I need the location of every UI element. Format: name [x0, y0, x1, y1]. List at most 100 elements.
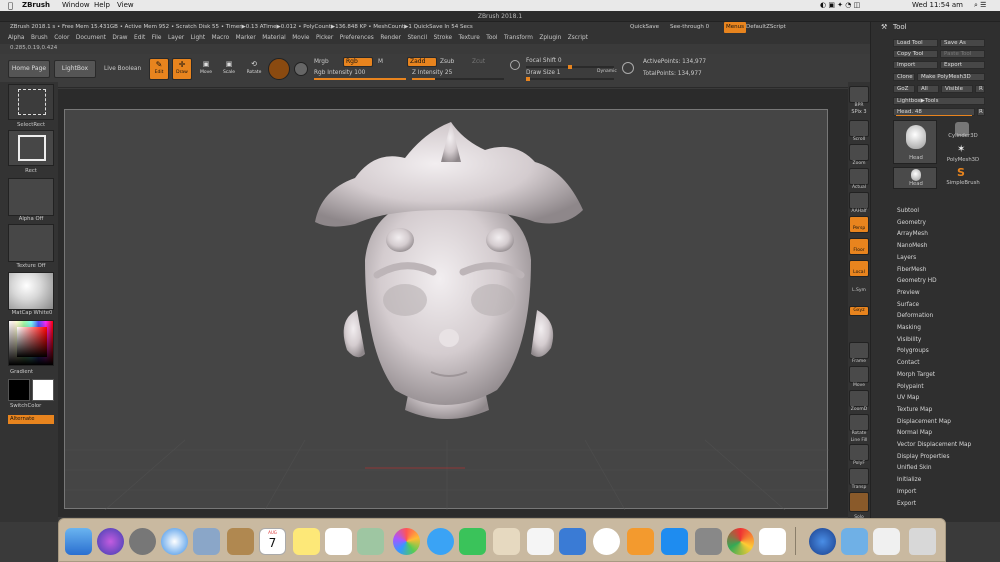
document-canvas[interactable]	[64, 109, 829, 511]
tool-subpalette-item[interactable]: Import	[897, 489, 916, 495]
tool-subpalette-item[interactable]: Polypaint	[897, 384, 924, 390]
system-preferences-icon[interactable]	[695, 528, 722, 555]
lightbox-button[interactable]: LightBox	[54, 60, 96, 78]
bpr-button[interactable]	[849, 86, 869, 103]
zadd-button[interactable]: Zadd	[407, 57, 437, 67]
goz-button[interactable]: GoZ	[893, 85, 915, 93]
contacts-icon[interactable]	[227, 528, 254, 555]
make-polymesh-button[interactable]: Make PolyMesh3D	[917, 73, 985, 81]
mac-menu-app[interactable]: ZBrush	[22, 0, 50, 11]
aahalf-button[interactable]	[849, 192, 869, 209]
menu-brush[interactable]: Brush	[31, 35, 48, 41]
matcap-tile[interactable]	[8, 272, 54, 310]
head-slider[interactable]: Head. 48	[893, 108, 975, 116]
maps-icon[interactable]	[357, 528, 384, 555]
color-picker[interactable]	[8, 320, 54, 366]
live-boolean-button[interactable]: Live Boolean	[104, 66, 141, 72]
move-button[interactable]: ▣ Move	[196, 58, 216, 80]
mac-menu-window[interactable]: Window	[62, 0, 90, 11]
draw-button[interactable]: ✛ Draw	[172, 58, 192, 80]
menu-document[interactable]: Document	[76, 35, 106, 41]
finder-icon[interactable]	[65, 528, 92, 555]
menu-draw[interactable]: Draw	[112, 35, 127, 41]
apple-icon[interactable]: 	[8, 0, 13, 11]
paste-tool-button[interactable]: Paste Tool	[940, 50, 985, 58]
lightbox-tools-button[interactable]: Lightbox▶Tools	[893, 97, 985, 105]
tool-subpalette-item[interactable]: Deformation	[897, 313, 933, 319]
goz-visible-button[interactable]: Visible	[941, 85, 973, 93]
menu-color[interactable]: Color	[54, 35, 69, 41]
tool-subpalette-item[interactable]: Geometry HD	[897, 278, 937, 284]
tool-subpalette-item[interactable]: Export	[897, 501, 916, 507]
primary-color-swatch[interactable]	[8, 379, 30, 401]
ghost-button[interactable]	[849, 492, 869, 512]
color-picker-square[interactable]	[17, 327, 47, 357]
safari-icon[interactable]	[161, 528, 188, 555]
goz-all-button[interactable]: All	[917, 85, 939, 93]
menu-zplugin[interactable]: Zplugin	[539, 35, 561, 41]
load-tool-button[interactable]: Load Tool	[893, 39, 938, 47]
tool-thumb-head[interactable]: Head	[893, 120, 937, 164]
actual-button[interactable]	[849, 168, 869, 185]
sculpt-viewport[interactable]	[65, 110, 829, 511]
head-model[interactable]	[315, 122, 583, 419]
goz-r-button[interactable]: R	[975, 85, 985, 93]
document-stack-icon[interactable]	[873, 528, 900, 555]
save-as-button[interactable]: Save As	[940, 39, 985, 47]
menu-marker[interactable]: Marker	[236, 35, 256, 41]
reminders-icon[interactable]	[325, 528, 352, 555]
texture-tile[interactable]	[8, 224, 54, 262]
itunes-icon[interactable]	[593, 528, 620, 555]
tool-subpalette-item[interactable]: Normal Map	[897, 430, 932, 436]
menu-stroke[interactable]: Stroke	[434, 35, 452, 41]
ibooks-icon[interactable]	[627, 528, 654, 555]
import-button[interactable]: Import	[893, 61, 938, 69]
select-rect-tile[interactable]	[8, 84, 54, 120]
dynamic-button[interactable]: Dynamic	[597, 69, 617, 74]
launchpad-icon[interactable]	[129, 528, 156, 555]
tool-subpalette-item[interactable]: Masking	[897, 325, 921, 331]
line-fill-button[interactable]: Line Fill	[848, 438, 870, 443]
facetime-icon[interactable]	[459, 528, 486, 555]
z-intensity-slider[interactable]	[412, 78, 504, 80]
quicksave-button[interactable]: QuickSave	[630, 22, 659, 33]
clone-button[interactable]: Clone	[893, 73, 915, 81]
move-view-button[interactable]	[849, 366, 869, 383]
menu-stencil[interactable]: Stencil	[407, 35, 427, 41]
menu-preferences[interactable]: Preferences	[340, 35, 374, 41]
menu-tool[interactable]: Tool	[486, 35, 497, 41]
tool-subpalette-item[interactable]: Layers	[897, 255, 916, 261]
draw-size-slider[interactable]	[526, 77, 614, 81]
menu-edit[interactable]: Edit	[134, 35, 145, 41]
network-icon[interactable]	[809, 528, 836, 555]
edit-button[interactable]: ✎ Edit	[149, 58, 169, 80]
trash-icon[interactable]	[909, 528, 936, 555]
mac-menu-help[interactable]: Help	[94, 0, 110, 11]
menu-alpha[interactable]: Alpha	[8, 35, 24, 41]
head-r-button[interactable]: R	[977, 108, 985, 116]
mail-icon[interactable]	[193, 528, 220, 555]
photos-icon[interactable]	[393, 528, 420, 555]
tool-subpalette-item[interactable]: Displacement Map	[897, 419, 951, 425]
zbrush-icon[interactable]	[759, 528, 786, 555]
scale-button[interactable]: ▣ Scale	[219, 58, 239, 80]
tool-subpalette-item[interactable]: Surface	[897, 302, 919, 308]
lsym-button[interactable]: L.Sym	[848, 288, 870, 293]
menu-picker[interactable]: Picker	[316, 35, 333, 41]
m-button[interactable]: M	[378, 59, 383, 65]
tool-subpalette-item[interactable]: Visibility	[897, 337, 921, 343]
menu-transform[interactable]: Transform	[504, 35, 533, 41]
menu-movie[interactable]: Movie	[292, 35, 309, 41]
tool-thumb-simplebrush[interactable]: S SimpleBrush	[941, 167, 985, 189]
menu-render[interactable]: Render	[380, 35, 401, 41]
focal-shift-slider[interactable]	[526, 65, 614, 69]
tool-subpalette-item[interactable]: Geometry	[897, 220, 926, 226]
rgb-button[interactable]: Rgb	[343, 57, 373, 67]
tool-subpalette-item[interactable]: FiberMesh	[897, 267, 926, 273]
tool-subpalette-item[interactable]: Display Properties	[897, 454, 950, 460]
menu-layer[interactable]: Layer	[168, 35, 184, 41]
see-through-slider[interactable]: See-through 0	[670, 22, 709, 33]
focal-icon[interactable]	[510, 60, 520, 70]
copy-tool-button[interactable]: Copy Tool	[893, 50, 938, 58]
zoom-button[interactable]	[849, 144, 869, 161]
